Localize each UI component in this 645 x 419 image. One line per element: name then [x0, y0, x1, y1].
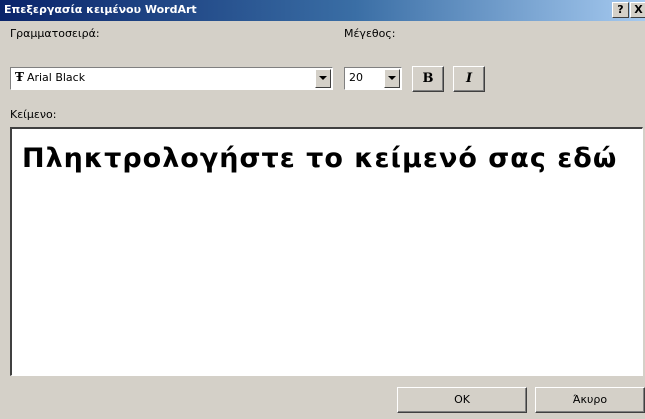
size-dropdown-button[interactable]	[384, 69, 400, 88]
font-dropdown-button[interactable]	[315, 69, 331, 88]
text-editor[interactable]: Πληκτρολογήστε το κείμενό σας εδώ	[10, 127, 643, 376]
font-value: Arial Black	[26, 71, 86, 84]
chevron-down-icon	[388, 76, 396, 80]
font-value-container: Ŧ Arial Black	[15, 71, 85, 84]
cancel-button[interactable]: Άκυρο	[535, 387, 645, 413]
editor-text-content: Πληκτρολογήστε το κείμενό σας εδώ	[22, 143, 618, 174]
window-title: Επεξεργασία κειμένου WordArt	[4, 3, 197, 16]
title-bar: Επεξεργασία κειμένου WordArt ? X	[0, 0, 645, 21]
font-combobox[interactable]: Ŧ Arial Black	[10, 67, 333, 90]
size-label: Μέγεθος:	[344, 27, 396, 40]
chevron-down-icon	[319, 76, 327, 80]
font-label: Γραμματοσειρά:	[10, 27, 100, 40]
truetype-font-icon: Ŧ	[15, 70, 24, 84]
bold-button[interactable]: B	[412, 66, 444, 92]
size-combobox[interactable]: 20	[344, 67, 402, 90]
help-button[interactable]: ?	[612, 2, 629, 18]
text-label: Κείμενο:	[10, 108, 57, 121]
italic-button[interactable]: I	[453, 66, 485, 92]
size-value: 20	[349, 71, 363, 84]
ok-button[interactable]: OK	[397, 387, 527, 413]
close-button[interactable]: X	[630, 2, 645, 18]
